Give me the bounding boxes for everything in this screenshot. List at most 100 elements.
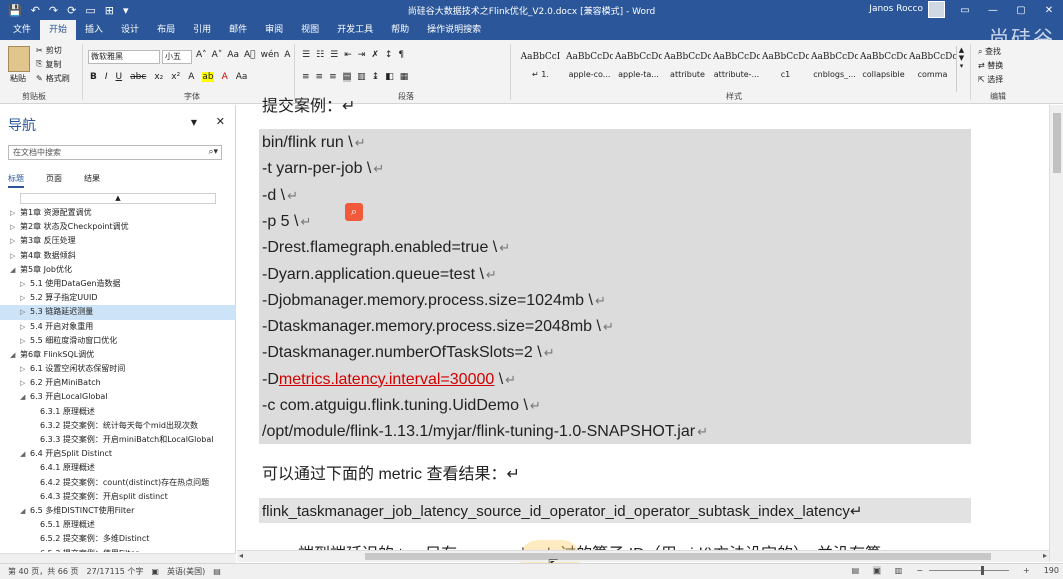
tell-me-search[interactable]: 操作说明搜索 xyxy=(418,20,490,40)
style-gallery-item[interactable]: AaBbCcDc attribute xyxy=(663,46,712,92)
vertical-scrollbar[interactable] xyxy=(1049,105,1063,562)
scroll-left-icon[interactable]: ◂ xyxy=(239,551,243,560)
chevron-right-icon[interactable]: ▷ xyxy=(10,206,20,220)
nav-heading-item[interactable]: 6.5.1 原理概述 xyxy=(0,518,236,532)
copy-button[interactable]: ⎘ 复制 xyxy=(36,58,70,70)
nav-heading-item[interactable]: ▷ 第3章 反压处理 xyxy=(0,234,236,248)
horizontal-scrollbar[interactable]: ◂ ▸ xyxy=(237,550,1049,562)
nav-heading-item[interactable]: ▷ 5.1 使用DataGen造数据 xyxy=(0,277,236,291)
nav-heading-item[interactable]: 6.3.1 原理概述 xyxy=(0,405,236,419)
nav-heading-item[interactable]: ▷ 5.4 开启对象重用 xyxy=(0,320,236,334)
nav-heading-item[interactable]: ▷ 5.2 算子指定UUID xyxy=(0,291,236,305)
tab-results[interactable]: 结果 xyxy=(84,173,100,188)
chevron-down-icon[interactable]: ◢ xyxy=(10,263,20,277)
italic-button[interactable]: I xyxy=(105,72,108,82)
tab-headings[interactable]: 标题 xyxy=(8,173,24,188)
phonetic-guide-button[interactable]: wén xyxy=(261,50,280,60)
line-spacing-button[interactable]: ↨ xyxy=(372,72,380,82)
tab-pages[interactable]: 页面 xyxy=(46,173,62,188)
chevron-right-icon[interactable]: ▷ xyxy=(20,277,30,291)
format-painter-button[interactable]: ✎ 格式刷 xyxy=(36,72,70,84)
page-count[interactable]: 第 40 页，共 66 页 xyxy=(8,566,79,577)
chevron-right-icon[interactable]: ▷ xyxy=(20,305,30,319)
chevron-down-icon[interactable]: ◢ xyxy=(20,504,30,518)
nav-heading-item[interactable]: ◢ 6.4 开启Split Distinct xyxy=(0,447,236,461)
numbering-button[interactable]: ☷ xyxy=(316,50,324,60)
close-icon[interactable]: ✕ xyxy=(216,115,225,128)
chevron-right-icon[interactable]: ▷ xyxy=(20,362,30,376)
scroll-right-icon[interactable]: ▸ xyxy=(1043,551,1047,560)
align-center-button[interactable]: ≡ xyxy=(316,72,324,82)
search-icon[interactable]: ⌕ xyxy=(345,203,363,221)
more-styles-icon[interactable]: ▾ xyxy=(960,62,964,70)
borders-button[interactable]: ▦ xyxy=(400,72,409,82)
zoom-in-icon[interactable]: + xyxy=(1023,566,1030,575)
tab-layout[interactable]: 布局 xyxy=(148,20,184,40)
nav-heading-item[interactable]: ▷ 6.1 设置空闲状态保留时间 xyxy=(0,362,236,376)
read-mode-icon[interactable]: ▤ xyxy=(852,566,860,575)
tab-view[interactable]: 视图 xyxy=(292,20,328,40)
style-gallery-item[interactable]: AaBbCcDc collapsible xyxy=(859,46,908,92)
text-effects-button[interactable]: A xyxy=(188,72,194,82)
close-button[interactable]: ✕ xyxy=(1035,0,1063,20)
font-name-select[interactable]: 微软雅黑 xyxy=(88,50,160,64)
style-gallery-item[interactable]: AaBbCcDc attribute-... xyxy=(712,46,761,92)
highlight-button[interactable]: ab xyxy=(202,72,214,82)
style-gallery-item[interactable]: AaBbCcDc comma xyxy=(908,46,957,92)
chevron-right-icon[interactable]: ▷ xyxy=(20,334,30,348)
chevron-right-icon[interactable]: ▷ xyxy=(20,291,30,305)
nav-heading-item[interactable]: 6.4.3 提交案例：开启split distinct xyxy=(0,490,236,504)
word-count[interactable]: 27/17115 个字 xyxy=(87,566,144,577)
nav-search-input[interactable]: 在文档中搜索 ⌕▾ xyxy=(8,145,222,160)
maximize-button[interactable]: ▢ xyxy=(1007,0,1035,20)
print-layout-icon[interactable]: ▣ xyxy=(873,566,881,575)
chevron-right-icon[interactable]: ▷ xyxy=(20,376,30,390)
chevron-right-icon[interactable]: ▷ xyxy=(20,320,30,334)
nav-horizontal-scrollbar[interactable] xyxy=(0,553,236,563)
chevron-down-icon[interactable]: ▼ xyxy=(191,118,197,127)
chinese-layout-button[interactable]: ✗ xyxy=(371,50,379,60)
avatar[interactable] xyxy=(928,1,945,18)
grow-font-button[interactable]: A˄ xyxy=(196,50,207,60)
chevron-down-icon[interactable]: ◢ xyxy=(20,447,30,461)
shading-button[interactable]: ◧ xyxy=(385,72,394,82)
tab-home[interactable]: 开始 xyxy=(40,20,77,40)
nav-heading-item[interactable]: 6.4.2 提交案例：count(distinct)存在热点问题 xyxy=(0,476,236,490)
nav-heading-item[interactable]: ◢ 第5章 Job优化 xyxy=(0,263,236,277)
subscript-button[interactable]: x₂ xyxy=(154,72,163,82)
chevron-down-icon[interactable]: ▼ xyxy=(959,54,964,62)
nav-heading-item[interactable]: ▷ 第2章 状态及Checkpoint调优 xyxy=(0,220,236,234)
find-button[interactable]: ⌕ 查找 xyxy=(978,46,1003,57)
strikethrough-button[interactable]: abc xyxy=(130,72,146,82)
tab-insert[interactable]: 插入 xyxy=(76,20,112,40)
chevron-down-icon[interactable]: ◢ xyxy=(10,348,20,362)
paste-button[interactable]: 粘贴 xyxy=(10,73,26,84)
select-button[interactable]: ⇱ 选择 xyxy=(978,74,1003,85)
tab-developer[interactable]: 开发工具 xyxy=(328,20,382,40)
chevron-right-icon[interactable]: ▷ xyxy=(10,249,20,263)
macro-record-icon[interactable]: ▤ xyxy=(213,567,221,576)
cut-button[interactable]: ✂ 剪切 xyxy=(36,44,70,56)
scroll-thumb[interactable] xyxy=(365,553,991,560)
clear-format-button[interactable]: A⃠ xyxy=(244,50,256,60)
underline-button[interactable]: U xyxy=(116,72,123,82)
nav-heading-item[interactable]: ▷ 6.2 开启MiniBatch xyxy=(0,376,236,390)
distributed-button[interactable]: ▥ xyxy=(357,72,366,82)
nav-heading-item[interactable]: ◢ 第6章 FlinkSQL调优 xyxy=(0,348,236,362)
scroll-thumb[interactable] xyxy=(1053,113,1061,173)
search-icon[interactable]: ⌕▾ xyxy=(208,146,218,159)
tab-review[interactable]: 审阅 xyxy=(256,20,292,40)
zoom-level[interactable]: 190 xyxy=(1044,566,1059,575)
sort-button[interactable]: ↕ xyxy=(385,50,393,60)
style-gallery-item[interactable]: AaBbCcDc apple-co... xyxy=(565,46,614,92)
decrease-indent-button[interactable]: ⇤ xyxy=(344,50,352,60)
zoom-slider[interactable] xyxy=(929,566,1010,575)
proofing-icon[interactable]: ▣ xyxy=(151,567,159,576)
align-right-button[interactable]: ≡ xyxy=(329,72,337,82)
tab-design[interactable]: 设计 xyxy=(112,20,148,40)
change-case-button[interactable]: Aa xyxy=(227,50,239,60)
multilevel-list-button[interactable]: ☰ xyxy=(330,50,338,60)
chevron-up-icon[interactable]: ▲ xyxy=(959,46,964,54)
bullets-button[interactable]: ☰ xyxy=(302,50,310,60)
show-marks-button[interactable]: ¶ xyxy=(398,50,404,60)
